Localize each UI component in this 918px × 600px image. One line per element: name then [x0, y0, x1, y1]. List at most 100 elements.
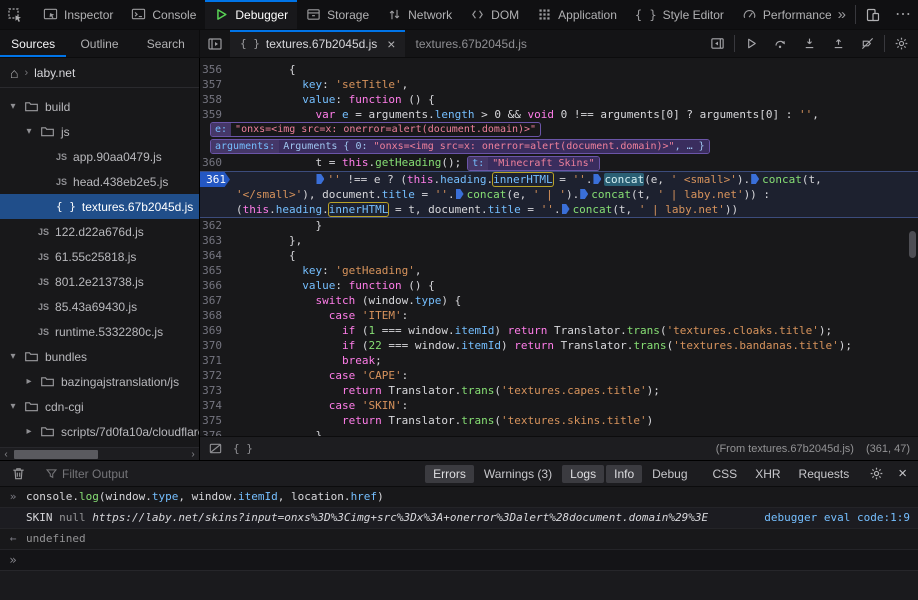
tab-style-editor[interactable]: { }Style Editor: [626, 0, 733, 29]
code-line-content[interactable]: value: function () {: [230, 278, 918, 293]
line-number[interactable]: 371: [200, 353, 230, 368]
settings-icon[interactable]: [887, 30, 916, 57]
pane-collapse-icon[interactable]: [703, 30, 732, 57]
inline-variable-preview[interactable]: e:"onxs=<img src=x: onerror=alert(docume…: [210, 122, 541, 137]
panel-tab-outline[interactable]: Outline: [66, 30, 132, 57]
tab-network[interactable]: Network: [378, 0, 461, 29]
code-line-content[interactable]: '' !== e ? (this.heading.innerHTML = ''.…: [230, 172, 918, 217]
console-settings-gear-icon[interactable]: [862, 466, 891, 481]
code-area[interactable]: 356 {357 key: 'setTitle',358 value: func…: [200, 58, 918, 436]
code-line-content[interactable]: if (1 === window.itemId) return Translat…: [230, 323, 918, 338]
line-number[interactable]: 365: [200, 263, 230, 278]
tree-item[interactable]: JS122.d22a676d.js: [0, 219, 199, 244]
line-number[interactable]: 364: [200, 248, 230, 263]
caret-down-icon[interactable]: ▾: [8, 101, 18, 112]
filter-errors[interactable]: Errors: [425, 465, 474, 483]
column-breakpoint-marker[interactable]: [456, 189, 464, 199]
line-number[interactable]: 359: [200, 107, 230, 122]
scrollbar-thumb[interactable]: [14, 450, 98, 459]
scroll-left-icon[interactable]: ‹: [0, 448, 12, 461]
console-input-area[interactable]: [0, 571, 918, 600]
filter-debug[interactable]: Debug: [644, 465, 695, 483]
column-breakpoint-marker[interactable]: [316, 174, 324, 184]
code-line-content[interactable]: key: 'getHeading',: [230, 263, 918, 278]
blackbox-source-icon[interactable]: [208, 441, 223, 456]
line-number[interactable]: 370: [200, 338, 230, 353]
filter-warnings[interactable]: Warnings (3): [476, 465, 560, 483]
code-line[interactable]: 359 var e = arguments.length > 0 && void…: [200, 107, 918, 122]
tree-item[interactable]: JS85.43a69430.js: [0, 294, 199, 319]
line-number[interactable]: 373: [200, 383, 230, 398]
line-number[interactable]: 363: [200, 233, 230, 248]
code-line-content[interactable]: {: [230, 248, 918, 263]
code-line-content[interactable]: }: [230, 428, 918, 436]
deactivate-breakpoints-icon[interactable]: [853, 30, 882, 57]
tree-item[interactable]: ▾cdn-cgi: [0, 394, 199, 419]
scrollbar-thumb[interactable]: [909, 231, 916, 258]
code-line[interactable]: 372 case 'CAPE':: [200, 368, 918, 383]
editor-vertical-scrollbar[interactable]: [908, 58, 917, 435]
meatball-menu-icon[interactable]: ⋯: [888, 0, 918, 29]
code-line[interactable]: 376 }: [200, 428, 918, 436]
line-number[interactable]: 361: [200, 172, 230, 187]
code-line-content[interactable]: },: [230, 233, 918, 248]
caret-right-icon[interactable]: ▸: [24, 426, 34, 437]
pick-element-icon[interactable]: [0, 0, 30, 29]
paused-code-line[interactable]: 361 '' !== e ? (this.heading.innerHTML =…: [200, 171, 918, 218]
clear-console-icon[interactable]: [4, 466, 33, 481]
scrollbar-track[interactable]: [12, 448, 187, 461]
code-line-content[interactable]: if (22 === window.itemId) return Transla…: [230, 338, 918, 353]
code-line[interactable]: 365 key: 'getHeading',: [200, 263, 918, 278]
tree-item[interactable]: ▸bazingajstranslation/js: [0, 369, 199, 394]
line-number[interactable]: 368: [200, 308, 230, 323]
code-line[interactable]: 374 case 'SKIN':: [200, 398, 918, 413]
line-number[interactable]: 369: [200, 323, 230, 338]
step-over-icon[interactable]: [766, 30, 795, 57]
line-number[interactable]: 367: [200, 293, 230, 308]
tree-item[interactable]: ▾bundles: [0, 344, 199, 369]
code-line[interactable]: 358 value: function () {: [200, 92, 918, 107]
line-number[interactable]: 358: [200, 92, 230, 107]
tree-item[interactable]: ▾build: [0, 94, 199, 119]
tree-item[interactable]: JS61.55c25818.js: [0, 244, 199, 269]
code-line[interactable]: 364 {: [200, 248, 918, 263]
code-line-content[interactable]: return Translator.trans('textures.skins.…: [230, 413, 918, 428]
sidebar-horizontal-scrollbar[interactable]: ‹ ›: [0, 447, 199, 460]
code-line[interactable]: 370 if (22 === window.itemId) return Tra…: [200, 338, 918, 353]
tree-item[interactable]: ▾js: [0, 119, 199, 144]
scroll-right-icon[interactable]: ›: [187, 448, 199, 461]
code-line-content[interactable]: var e = arguments.length > 0 && void 0 !…: [230, 107, 918, 122]
prettify-source-icon[interactable]: { }: [233, 442, 253, 455]
code-line[interactable]: 356 {: [200, 62, 918, 77]
code-line-content[interactable]: t = this.getHeading();t:"Minecraft Skins…: [230, 155, 918, 171]
filter-logs[interactable]: Logs: [562, 465, 604, 483]
code-line[interactable]: 375 return Translator.trans('textures.sk…: [200, 413, 918, 428]
code-line-content[interactable]: case 'SKIN':: [230, 398, 918, 413]
code-line-content[interactable]: {: [230, 62, 918, 77]
panel-tab-sources[interactable]: Sources: [0, 30, 66, 57]
code-line[interactable]: 371 break;: [200, 353, 918, 368]
inline-variable-preview[interactable]: t:"Minecraft Skins": [467, 156, 599, 171]
source-tab[interactable]: { }textures.67b2045d.js×: [230, 30, 405, 57]
more-tools-chevron-icon[interactable]: »: [831, 0, 853, 29]
tree-item[interactable]: { }textures.67b2045d.js: [0, 194, 199, 219]
line-number[interactable]: 375: [200, 413, 230, 428]
panel-tab-search[interactable]: Search: [133, 30, 199, 57]
filter-xhr[interactable]: XHR: [747, 465, 788, 483]
responsive-design-mode-icon[interactable]: [858, 0, 888, 29]
line-number[interactable]: 372: [200, 368, 230, 383]
close-split-console-icon[interactable]: ×: [891, 465, 914, 482]
filter-info[interactable]: Info: [606, 465, 642, 483]
tree-item[interactable]: JSapp.90aa0479.js: [0, 144, 199, 169]
step-in-icon[interactable]: [795, 30, 824, 57]
column-breakpoint-marker[interactable]: [580, 189, 588, 199]
filter-css[interactable]: CSS: [705, 465, 746, 483]
column-breakpoint-marker[interactable]: [751, 174, 759, 184]
code-line[interactable]: 366 value: function () {: [200, 278, 918, 293]
logged-url[interactable]: https://laby.net/skins?input=onxs%3D%3Ci…: [92, 511, 708, 524]
line-number[interactable]: 362: [200, 218, 230, 233]
close-tab-icon[interactable]: ×: [387, 36, 395, 52]
source-pane-toggle-icon[interactable]: [200, 30, 230, 57]
line-number[interactable]: 356: [200, 62, 230, 77]
tree-item[interactable]: JShead.438eb2e5.js: [0, 169, 199, 194]
